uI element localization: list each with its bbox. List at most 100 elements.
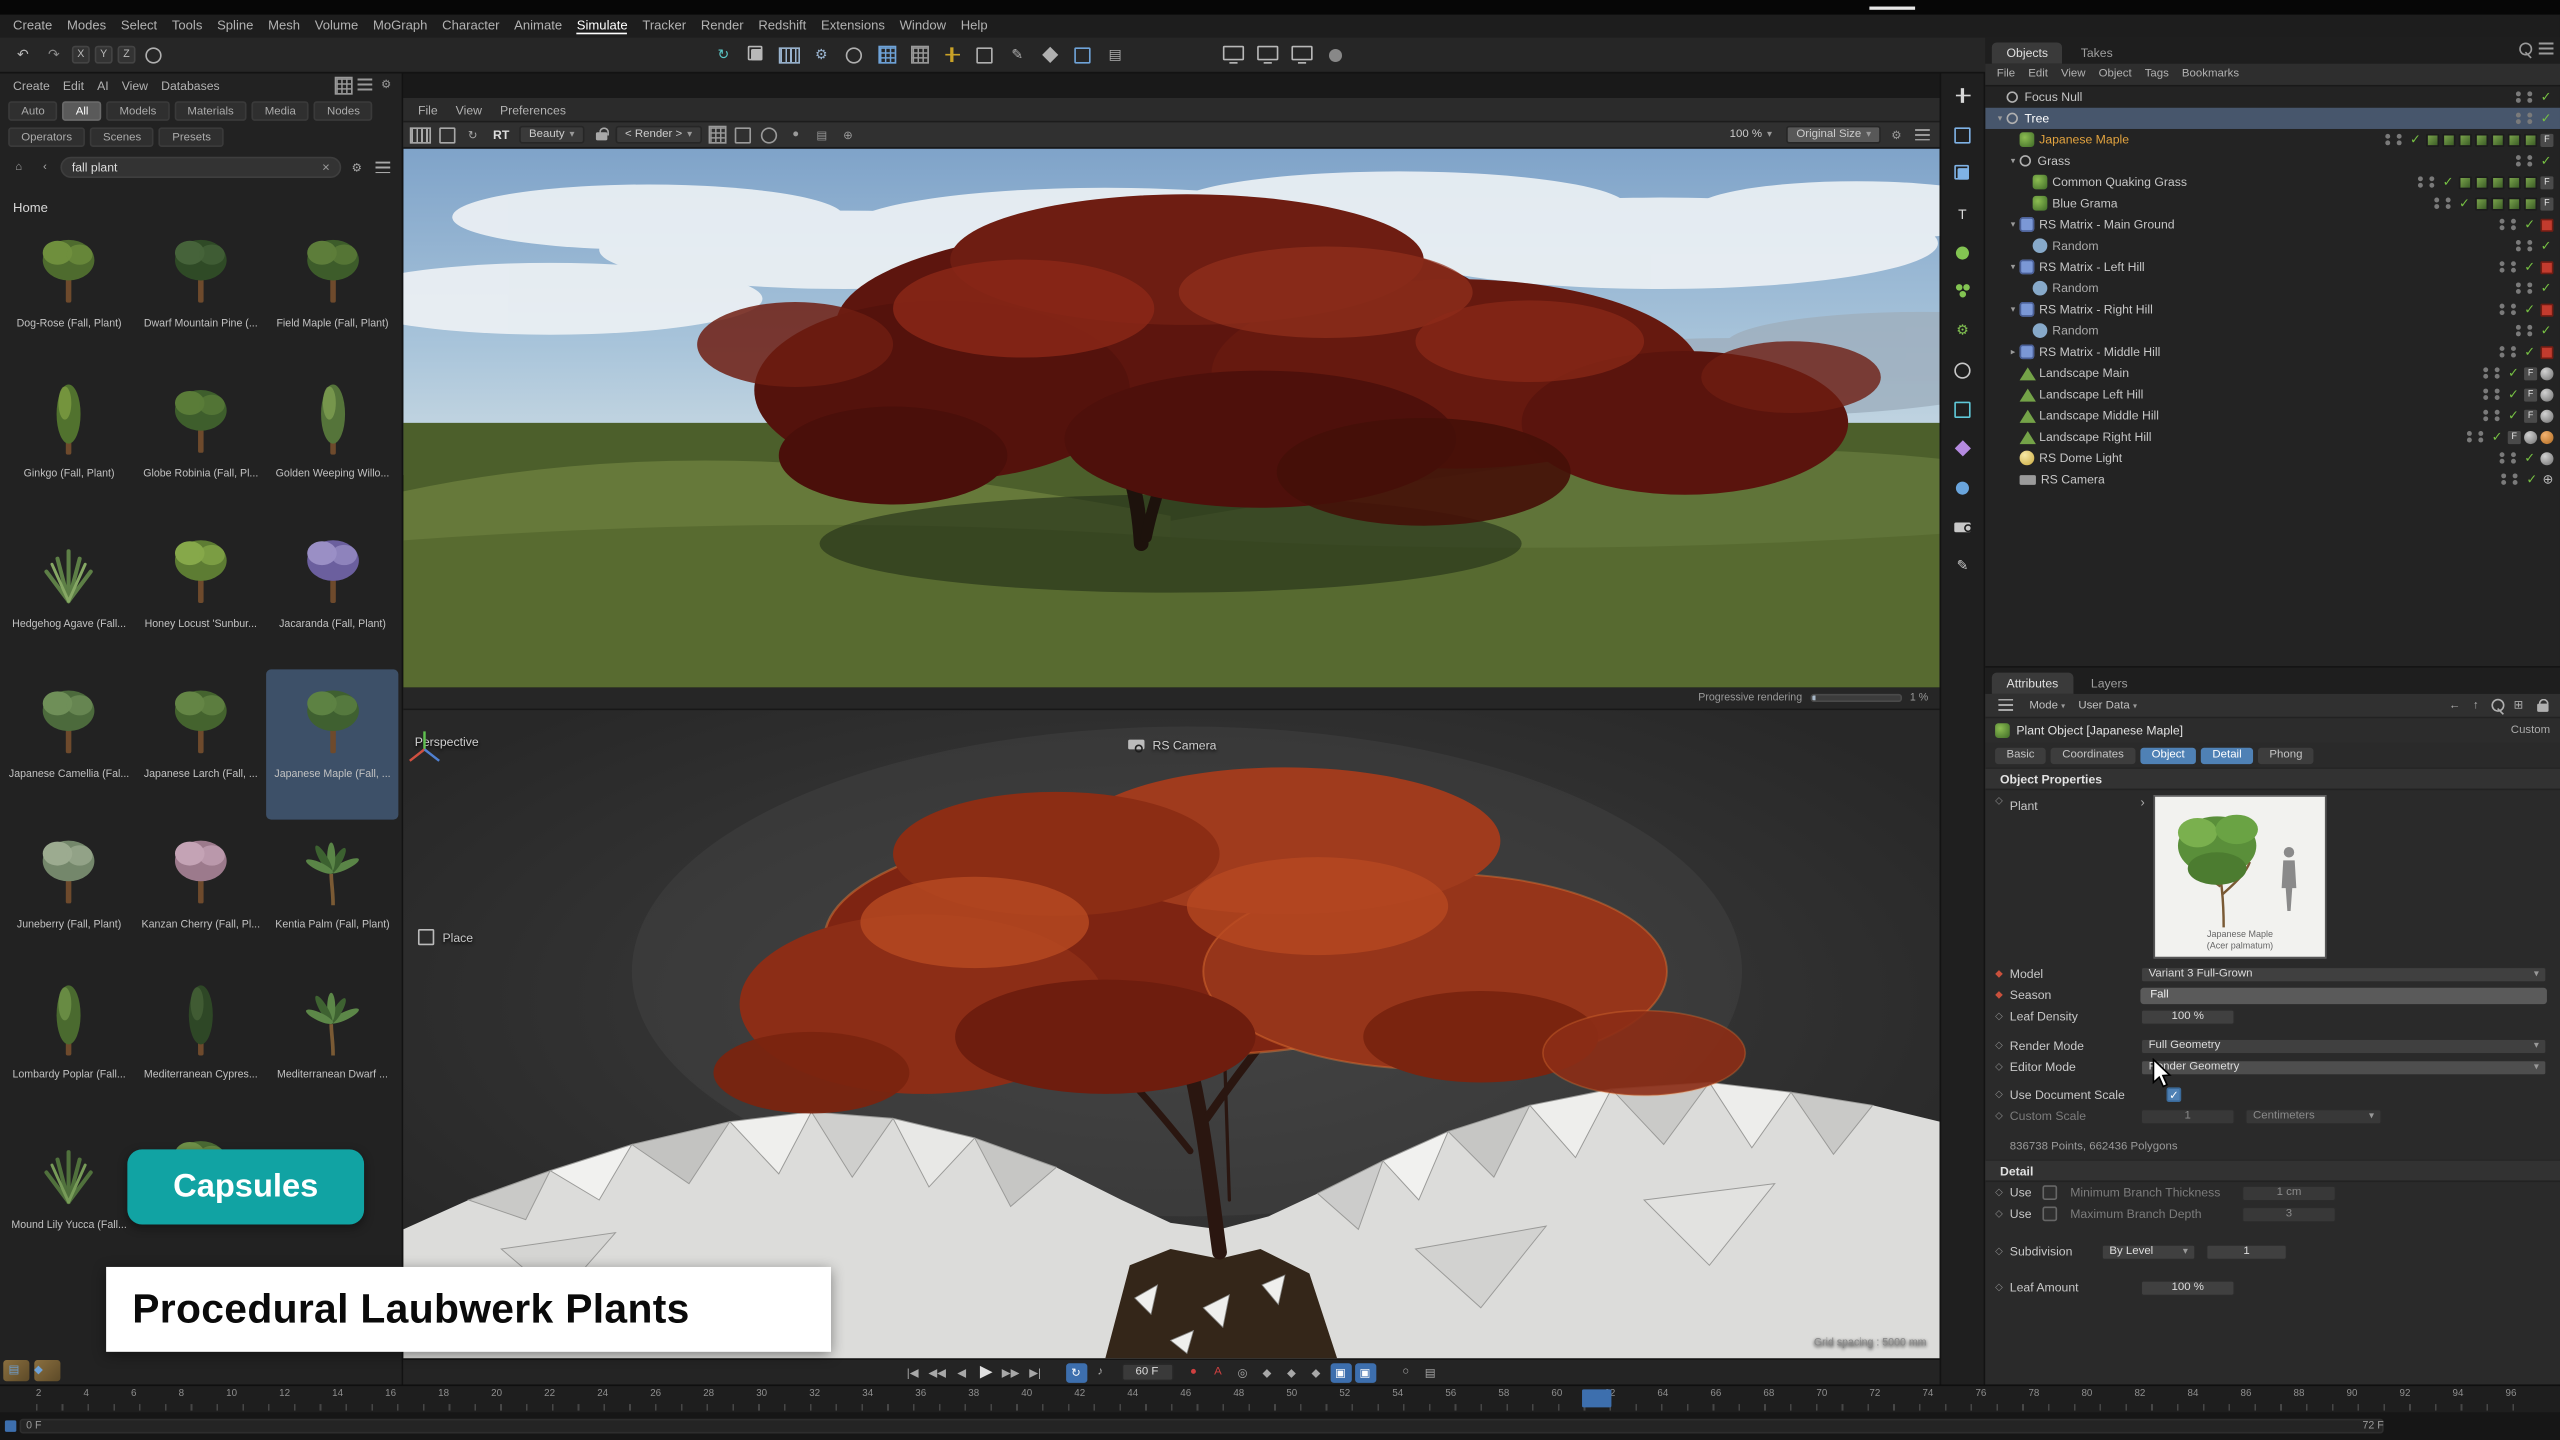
grid-item[interactable]: Juneberry (Fall, Plant) bbox=[3, 820, 135, 970]
material-thumb[interactable] bbox=[2475, 176, 2488, 189]
back-icon[interactable]: ‹ bbox=[34, 158, 55, 178]
layout-render-icon[interactable] bbox=[1254, 42, 1280, 66]
key-pla-button[interactable]: ▣ bbox=[1354, 1362, 1375, 1382]
timeline-mode-icon[interactable]: ▤ bbox=[3, 1360, 24, 1380]
om-menu-file[interactable]: File bbox=[1997, 69, 2015, 80]
grid-item[interactable]: Mediterranean Cypres... bbox=[135, 970, 267, 1120]
ab-menu-ai[interactable]: AI bbox=[97, 78, 109, 93]
target-pick-icon[interactable]: ⊕ bbox=[837, 125, 858, 145]
render-dots[interactable] bbox=[2511, 452, 2516, 464]
ball-tag-icon[interactable] bbox=[2540, 451, 2553, 464]
filter-materials[interactable]: Materials bbox=[174, 101, 246, 121]
visibility-dots[interactable] bbox=[2502, 473, 2507, 485]
field-object-icon[interactable]: ⚙ bbox=[1949, 318, 1975, 342]
mirror-tool-icon[interactable] bbox=[971, 42, 997, 66]
F-tag-icon[interactable]: F bbox=[2524, 388, 2537, 401]
filter-nodes[interactable]: Nodes bbox=[314, 101, 373, 121]
object-row-rs-matrix-right-hill[interactable]: ▾RS Matrix - Right Hill✓ bbox=[1985, 299, 2560, 320]
menu-simulate[interactable]: Simulate bbox=[577, 18, 628, 34]
enabled-check-icon[interactable]: ✓ bbox=[2539, 238, 2554, 253]
ball-tag-icon[interactable] bbox=[2540, 367, 2553, 380]
menu-render[interactable]: Render bbox=[701, 18, 744, 34]
loop-button[interactable]: ↻ bbox=[1065, 1362, 1086, 1382]
play-button[interactable]: ▶ bbox=[976, 1362, 997, 1382]
refresh-render-icon[interactable]: ↻ bbox=[462, 125, 483, 145]
filter-scenes[interactable]: Scenes bbox=[90, 127, 154, 147]
model-dropdown[interactable]: Variant 3 Full-Grown bbox=[2140, 966, 2547, 982]
key-position-button[interactable]: ◆ bbox=[1256, 1362, 1277, 1382]
live-selection-icon[interactable]: ↻ bbox=[710, 42, 736, 66]
object-row-blue-grama[interactable]: Blue Grama✓F bbox=[1985, 193, 2560, 214]
object-row-common-quaking-grass[interactable]: Common Quaking Grass✓F bbox=[1985, 171, 2560, 192]
om-menu-tags[interactable]: Tags bbox=[2145, 69, 2169, 80]
expand-arrow[interactable]: ▾ bbox=[1993, 113, 2006, 123]
visibility-dots[interactable] bbox=[2516, 155, 2521, 167]
mode-dropdown[interactable]: Mode ▾ bbox=[2029, 700, 2065, 711]
grid-item[interactable]: Kanzan Cherry (Fall, Pl... bbox=[135, 820, 267, 970]
custom-scale-field[interactable]: 1 bbox=[2140, 1108, 2235, 1124]
perspective-viewport[interactable]: Perspective RS Camera Place Grid spacing… bbox=[403, 710, 1939, 1358]
render-dots[interactable] bbox=[2495, 409, 2500, 421]
render-dots[interactable] bbox=[2397, 133, 2402, 145]
attr-tab-basic[interactable]: Basic bbox=[1995, 747, 2046, 763]
autokey-button[interactable]: A bbox=[1207, 1362, 1228, 1382]
render-dots[interactable] bbox=[2446, 197, 2451, 209]
history-icon[interactable]: ▤ bbox=[1102, 42, 1128, 66]
model-mode-icon[interactable] bbox=[743, 42, 769, 66]
copy-image-icon[interactable] bbox=[436, 125, 457, 145]
render-settings-icon[interactable]: ⚙ bbox=[808, 42, 834, 66]
menu-select[interactable]: Select bbox=[121, 18, 157, 34]
enabled-check-icon[interactable]: ✓ bbox=[2408, 132, 2423, 147]
renderview-settings-icon[interactable]: ⚙ bbox=[1886, 125, 1907, 145]
search-pill[interactable]: × bbox=[60, 157, 341, 178]
enabled-check-icon[interactable]: ✓ bbox=[2539, 153, 2554, 168]
grid-item[interactable]: Globe Robinia (Fall, Pl... bbox=[135, 369, 267, 519]
filter-models[interactable]: Models bbox=[106, 101, 169, 121]
key-parameter-button[interactable]: ▣ bbox=[1330, 1362, 1351, 1382]
plane-object-icon[interactable] bbox=[1949, 122, 1975, 146]
expand-arrow[interactable]: ▾ bbox=[2007, 220, 2020, 230]
om-menu-bookmarks[interactable]: Bookmarks bbox=[2182, 69, 2239, 80]
visibility-dots[interactable] bbox=[2516, 91, 2521, 103]
account-icon[interactable] bbox=[1322, 42, 1348, 66]
filter-presets[interactable]: Presets bbox=[159, 127, 224, 147]
filter-all[interactable]: All bbox=[63, 101, 102, 121]
axis-lock-z[interactable]: Z bbox=[118, 46, 136, 64]
grid-item[interactable]: Lombardy Poplar (Fall... bbox=[3, 970, 135, 1120]
prev-frame-button[interactable]: ◀ bbox=[951, 1362, 972, 1382]
menu-tools[interactable]: Tools bbox=[172, 18, 203, 34]
undo-icon[interactable]: ↶ bbox=[10, 42, 36, 66]
render-dots[interactable] bbox=[2511, 218, 2516, 230]
rv-menu-preferences[interactable]: Preferences bbox=[500, 102, 566, 117]
redo-icon[interactable]: ↷ bbox=[41, 42, 67, 66]
season-slider[interactable]: Fall bbox=[2140, 987, 2547, 1003]
menu-volume[interactable]: Volume bbox=[315, 18, 359, 34]
material-thumb[interactable] bbox=[2475, 197, 2488, 210]
capsule-icon[interactable] bbox=[1069, 42, 1095, 66]
render-dots[interactable] bbox=[2527, 91, 2532, 103]
visibility-dots[interactable] bbox=[2516, 112, 2521, 124]
enabled-check-icon[interactable]: ✓ bbox=[2506, 408, 2521, 423]
visibility-dots[interactable] bbox=[2467, 431, 2472, 443]
material-thumb[interactable] bbox=[2475, 133, 2488, 146]
menu-help[interactable]: Help bbox=[961, 18, 988, 34]
nav-up-icon[interactable]: ↑ bbox=[2465, 696, 2486, 716]
visibility-dots[interactable] bbox=[2434, 197, 2439, 209]
axis-lock-x[interactable]: X bbox=[72, 46, 90, 64]
expand-arrow[interactable]: ▾ bbox=[2007, 156, 2020, 166]
enabled-check-icon[interactable]: ✓ bbox=[2522, 302, 2537, 317]
render-pass-dropdown[interactable]: Beauty bbox=[519, 126, 584, 144]
cube-object-icon[interactable] bbox=[1949, 162, 1975, 186]
grid-item[interactable]: Jacaranda (Fall, Plant) bbox=[267, 519, 399, 669]
max-branch-checkbox[interactable] bbox=[2042, 1207, 2057, 1222]
sphere-object-icon[interactable] bbox=[1949, 240, 1975, 264]
grid-item[interactable]: Japanese Camellia (Fal... bbox=[3, 669, 135, 819]
render-mode-dropdown[interactable]: Full Geometry bbox=[2140, 1038, 2547, 1054]
enabled-check-icon[interactable]: ✓ bbox=[2522, 217, 2537, 232]
om-menu-icon[interactable] bbox=[2536, 39, 2557, 59]
ball-tag-icon[interactable] bbox=[2540, 388, 2553, 401]
visibility-dots[interactable] bbox=[2500, 218, 2505, 230]
enabled-check-icon[interactable]: ✓ bbox=[2506, 387, 2521, 402]
ram-player-button[interactable]: ▤ bbox=[1420, 1362, 1441, 1382]
volume-object-icon[interactable] bbox=[1949, 397, 1975, 421]
